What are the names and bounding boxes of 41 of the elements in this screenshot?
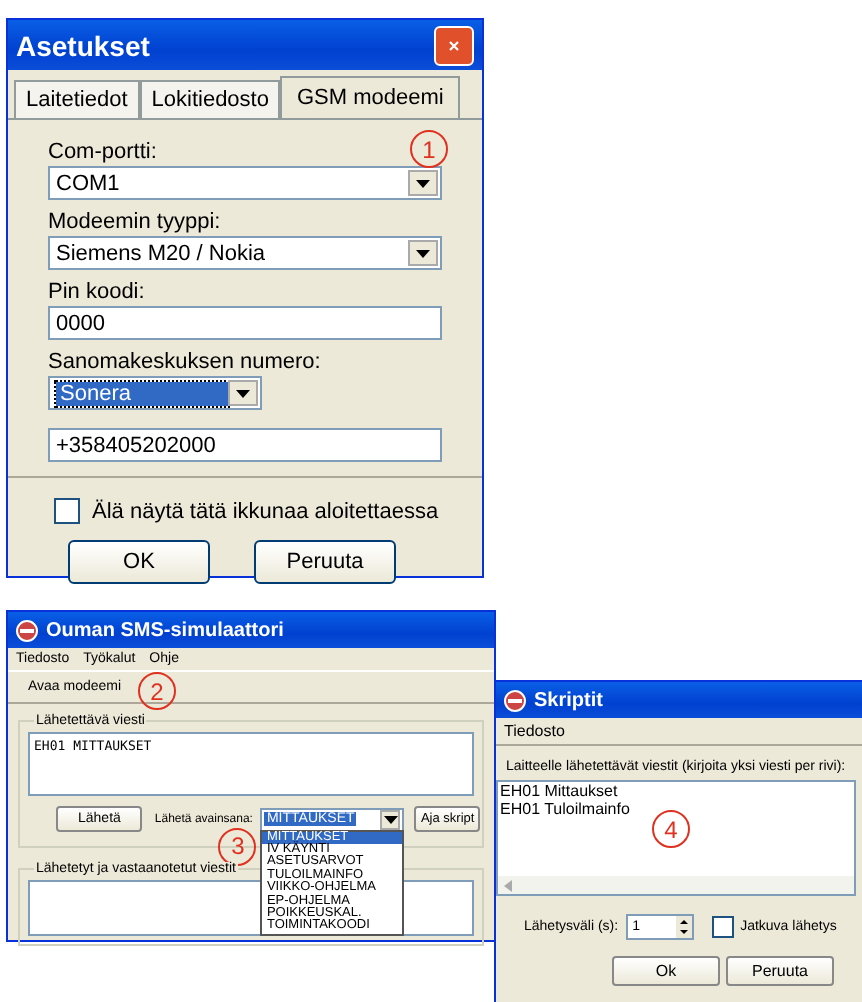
input-field[interactable]: 0000 [48,306,442,340]
spin-arrows-icon[interactable] [676,916,693,938]
caret-icon [236,389,250,397]
app-icon [16,619,38,641]
callout-number: 2 [138,672,176,710]
dropdown-button[interactable] [408,240,438,266]
checkbox[interactable] [54,498,80,524]
field-label: Sanomakeskuksen numero: [48,350,321,374]
dropdown-button[interactable] [228,380,258,406]
dialog-button[interactable]: Peruuta [726,956,834,986]
script-line: EH01 Mittaukset [498,782,620,800]
tab[interactable]: GSM modeemi [280,76,460,118]
window-title: Skriptit [534,689,603,711]
dropdown[interactable]: COM1 [48,166,442,200]
script-field[interactable]: EH01 Mittaukset EH01 Tuloilmainfo 4 [496,780,856,896]
dialog-button[interactable]: Ok [612,956,720,986]
tab[interactable]: Laitetiedot [14,80,140,118]
field-label: Modeemin tyyppi: [48,210,221,234]
caret-icon [383,815,398,823]
dialog-button[interactable]: Peruuta [254,540,396,584]
tab[interactable]: Lokitiedosto [139,80,281,118]
window-title: Asetukset [16,29,150,61]
dropdown-button[interactable] [380,809,401,829]
checkbox[interactable] [712,916,735,938]
field-label: Com-portti: [48,140,157,164]
input-field[interactable]: +358405202000 [48,428,442,462]
caret-icon [416,249,430,257]
callout-number: 4 [652,810,690,848]
caret-icon [416,179,430,187]
menu-item[interactable]: Tiedosto [504,722,565,740]
dropdown[interactable]: Sonera [48,376,262,410]
checkbox-label: Älä näytä tätä ikkunaa aloitettaessa [92,499,439,523]
field-label: Pin koodi: [48,280,145,304]
app-icon [504,689,526,711]
dropdown[interactable]: Siemens M20 / Nokia [48,236,442,270]
script-line: EH01 Tuloilmainfo [498,800,632,818]
scrollbar[interactable] [498,876,854,894]
window-title: Ouman SMS-simulaattori [46,619,284,641]
dropdown-button[interactable] [408,170,438,196]
dialog-button[interactable]: OK [68,540,210,584]
close-button[interactable] [434,25,474,65]
